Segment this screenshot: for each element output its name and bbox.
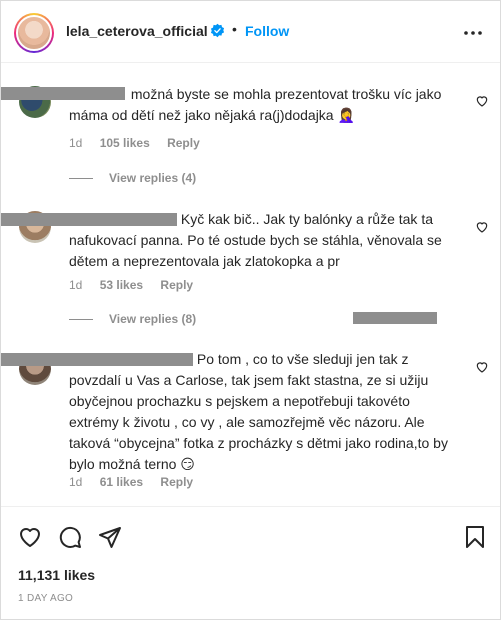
comment-meta: 1d 61 likes Reply <box>69 475 207 489</box>
comment-likes[interactable]: 53 likes <box>100 278 143 292</box>
profile-avatar[interactable] <box>14 13 54 53</box>
view-replies-button[interactable]: View replies (8) <box>69 312 196 326</box>
like-comment-icon[interactable] <box>475 94 489 108</box>
post-header: lela_ceterova_official • Follow <box>1 1 500 63</box>
comment-likes[interactable]: 61 likes <box>100 475 143 489</box>
separator-dot: • <box>232 21 237 37</box>
comment-likes[interactable]: 105 likes <box>100 136 150 150</box>
view-replies-button[interactable]: View replies (4) <box>69 171 196 185</box>
post-panel: lela_ceterova_official • Follow možná by… <box>0 0 501 620</box>
comment-age: 1d <box>69 136 83 150</box>
post-actions: 11,131 likes 1 DAY AGO <box>1 506 500 620</box>
comment-icon[interactable] <box>58 525 82 549</box>
reply-button[interactable]: Reply <box>167 136 200 150</box>
comment-text: možná byste se mohla prezentovat trošku … <box>69 86 442 123</box>
like-comment-icon[interactable] <box>475 220 489 234</box>
save-bookmark-icon[interactable] <box>463 525 487 549</box>
comment-meta: 1d 105 likes Reply <box>69 136 214 150</box>
comment-age: 1d <box>69 475 83 489</box>
verified-badge-icon <box>210 23 225 38</box>
post-timestamp[interactable]: 1 DAY AGO <box>18 593 73 604</box>
comment-meta: 1d 53 likes Reply <box>69 278 207 292</box>
follow-button[interactable]: Follow <box>245 23 289 39</box>
reply-button[interactable]: Reply <box>160 278 193 292</box>
more-options-icon[interactable] <box>463 23 483 43</box>
redacted-text <box>353 312 437 324</box>
reply-button[interactable]: Reply <box>160 475 193 489</box>
comment-age: 1d <box>69 278 83 292</box>
like-heart-icon[interactable] <box>18 525 42 549</box>
comments-list[interactable]: možná byste se mohla prezentovat trošku … <box>1 64 500 504</box>
share-icon[interactable] <box>98 525 122 549</box>
comment-text: Po tom , co to vše sleduji jen tak z pov… <box>69 351 448 472</box>
comment-text: Kyč kak bič.. Jak ty balónky a růže tak … <box>69 211 442 269</box>
username[interactable]: lela_ceterova_official <box>66 23 208 39</box>
like-comment-icon[interactable] <box>475 360 489 374</box>
post-likes-count[interactable]: 11,131 likes <box>18 567 95 583</box>
